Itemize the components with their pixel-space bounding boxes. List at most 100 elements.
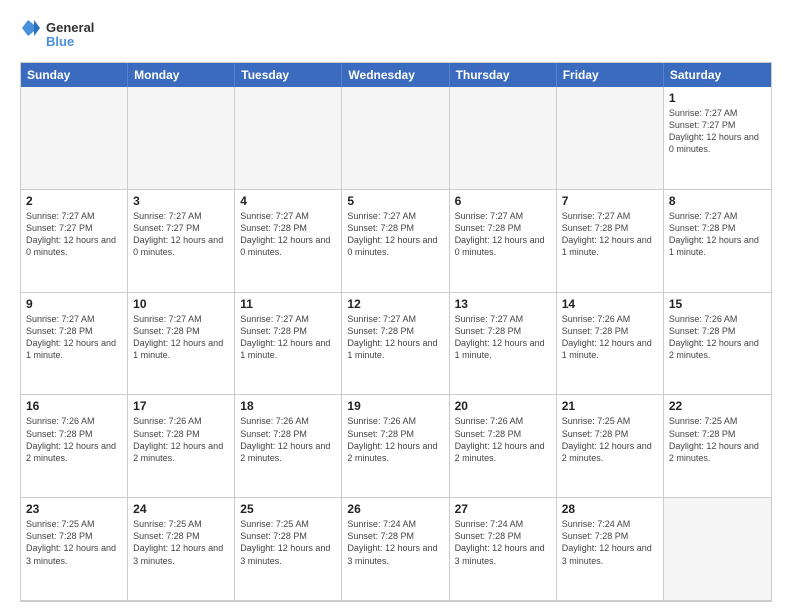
cell-sun-info: Sunrise: 7:26 AMSunset: 7:28 PMDaylight:… [240,415,336,464]
cell-sun-info: Sunrise: 7:27 AMSunset: 7:27 PMDaylight:… [133,210,229,259]
calendar-cell: 21 Sunrise: 7:25 AMSunset: 7:28 PMDayligh… [557,395,664,498]
day-of-week-saturday: Saturday [664,63,771,87]
day-number: 20 [455,399,551,413]
calendar-cell: 7 Sunrise: 7:27 AMSunset: 7:28 PMDaylight… [557,190,664,293]
cell-sun-info: Sunrise: 7:27 AMSunset: 7:28 PMDaylight:… [455,313,551,362]
day-of-week-thursday: Thursday [450,63,557,87]
calendar-header: SundayMondayTuesdayWednesdayThursdayFrid… [21,63,771,87]
day-number: 16 [26,399,122,413]
cell-sun-info: Sunrise: 7:27 AMSunset: 7:28 PMDaylight:… [562,210,658,259]
calendar-cell: 27Sunrise: 7:24 AMSunset: 7:28 PMDayligh… [450,498,557,601]
cell-sun-info: Sunrise: 7:27 AMSunset: 7:27 PMDaylight:… [669,107,766,156]
day-number: 9 [26,297,122,311]
calendar-cell: 5 Sunrise: 7:27 AMSunset: 7:28 PMDaylight… [342,190,449,293]
day-of-week-wednesday: Wednesday [342,63,449,87]
page: General Blue SundayMondayTuesdayWednesda… [0,0,792,612]
calendar-cell: 14 Sunrise: 7:26 AMSunset: 7:28 PMDayligh… [557,293,664,396]
calendar-cell: 26Sunrise: 7:24 AMSunset: 7:28 PMDayligh… [342,498,449,601]
calendar-cell: 16 Sunrise: 7:26 AMSunset: 7:28 PMDayligh… [21,395,128,498]
cell-sun-info: Sunrise: 7:27 AMSunset: 7:28 PMDaylight:… [347,210,443,259]
day-number: 19 [347,399,443,413]
cell-sun-info: Sunrise: 7:26 AMSunset: 7:28 PMDaylight:… [26,415,122,464]
cell-sun-info: Sunrise: 7:24 AMSunset: 7:28 PMDaylight:… [562,518,658,567]
day-number: 4 [240,194,336,208]
calendar-cell: 20 Sunrise: 7:26 AMSunset: 7:28 PMDayligh… [450,395,557,498]
day-number: 14 [562,297,658,311]
cell-sun-info: Sunrise: 7:27 AMSunset: 7:28 PMDaylight:… [240,210,336,259]
calendar-cell [342,87,449,190]
cell-sun-info: Sunrise: 7:26 AMSunset: 7:28 PMDaylight:… [562,313,658,362]
calendar-cell: 18 Sunrise: 7:26 AMSunset: 7:28 PMDayligh… [235,395,342,498]
day-number: 25 [240,502,336,516]
calendar-cell [21,87,128,190]
day-number: 17 [133,399,229,413]
day-number: 18 [240,399,336,413]
cell-sun-info: Sunrise: 7:25 AMSunset: 7:28 PMDaylight:… [669,415,766,464]
day-number: 23 [26,502,122,516]
cell-sun-info: Sunrise: 7:27 AMSunset: 7:28 PMDaylight:… [347,313,443,362]
cell-sun-info: Sunrise: 7:25 AMSunset: 7:28 PMDaylight:… [240,518,336,567]
calendar-cell: 13 Sunrise: 7:27 AMSunset: 7:28 PMDayligh… [450,293,557,396]
calendar-cell: 15 Sunrise: 7:26 AMSunset: 7:28 PMDayligh… [664,293,771,396]
calendar-cell: 1 Sunrise: 7:27 AMSunset: 7:27 PMDaylight… [664,87,771,190]
cell-sun-info: Sunrise: 7:26 AMSunset: 7:28 PMDaylight:… [669,313,766,362]
day-number: 15 [669,297,766,311]
calendar-cell: 22Sunrise: 7:25 AMSunset: 7:28 PMDayligh… [664,395,771,498]
calendar-cell [235,87,342,190]
cell-sun-info: Sunrise: 7:26 AMSunset: 7:28 PMDaylight:… [133,415,229,464]
cell-sun-info: Sunrise: 7:27 AMSunset: 7:28 PMDaylight:… [133,313,229,362]
header: General Blue [20,16,772,54]
day-number: 10 [133,297,229,311]
day-number: 8 [669,194,766,208]
calendar-cell: 8 Sunrise: 7:27 AMSunset: 7:28 PMDaylight… [664,190,771,293]
calendar-cell: 17 Sunrise: 7:26 AMSunset: 7:28 PMDayligh… [128,395,235,498]
calendar-cell [450,87,557,190]
calendar-cell: 12 Sunrise: 7:27 AMSunset: 7:28 PMDayligh… [342,293,449,396]
day-number: 3 [133,194,229,208]
svg-text:General: General [46,20,94,35]
day-of-week-friday: Friday [557,63,664,87]
cell-sun-info: Sunrise: 7:26 AMSunset: 7:28 PMDaylight:… [455,415,551,464]
day-of-week-monday: Monday [128,63,235,87]
calendar-cell: 2Sunrise: 7:27 AMSunset: 7:27 PMDaylight… [21,190,128,293]
day-number: 2 [26,194,122,208]
cell-sun-info: Sunrise: 7:27 AMSunset: 7:28 PMDaylight:… [240,313,336,362]
logo: General Blue [20,16,100,54]
cell-sun-info: Sunrise: 7:24 AMSunset: 7:28 PMDaylight:… [455,518,551,567]
calendar-cell: 19 Sunrise: 7:26 AMSunset: 7:28 PMDayligh… [342,395,449,498]
day-number: 7 [562,194,658,208]
calendar-cell: 10 Sunrise: 7:27 AMSunset: 7:28 PMDayligh… [128,293,235,396]
calendar-cell: 9 Sunrise: 7:27 AMSunset: 7:28 PMDaylight… [21,293,128,396]
calendar-cell: 3 Sunrise: 7:27 AMSunset: 7:27 PMDaylight… [128,190,235,293]
calendar-cell [664,498,771,601]
day-number: 21 [562,399,658,413]
calendar-cell: 4 Sunrise: 7:27 AMSunset: 7:28 PMDaylight… [235,190,342,293]
calendar-cell: 28 Sunrise: 7:24 AMSunset: 7:28 PMDayligh… [557,498,664,601]
cell-sun-info: Sunrise: 7:27 AMSunset: 7:28 PMDaylight:… [26,313,122,362]
day-number: 13 [455,297,551,311]
day-number: 11 [240,297,336,311]
day-number: 24 [133,502,229,516]
day-of-week-tuesday: Tuesday [235,63,342,87]
day-number: 12 [347,297,443,311]
cell-sun-info: Sunrise: 7:27 AMSunset: 7:28 PMDaylight:… [669,210,766,259]
cell-sun-info: Sunrise: 7:26 AMSunset: 7:28 PMDaylight:… [347,415,443,464]
calendar: SundayMondayTuesdayWednesdayThursdayFrid… [20,62,772,602]
day-number: 5 [347,194,443,208]
calendar-cell: 11 Sunrise: 7:27 AMSunset: 7:28 PMDayligh… [235,293,342,396]
calendar-cell: 24Sunrise: 7:25 AMSunset: 7:28 PMDayligh… [128,498,235,601]
day-of-week-sunday: Sunday [21,63,128,87]
day-number: 28 [562,502,658,516]
calendar-cell [128,87,235,190]
calendar-cell: 23Sunrise: 7:25 AMSunset: 7:28 PMDayligh… [21,498,128,601]
cell-sun-info: Sunrise: 7:25 AMSunset: 7:28 PMDaylight:… [562,415,658,464]
calendar-cell [557,87,664,190]
cell-sun-info: Sunrise: 7:27 AMSunset: 7:28 PMDaylight:… [455,210,551,259]
calendar-cell: 25 Sunrise: 7:25 AMSunset: 7:28 PMDayligh… [235,498,342,601]
day-number: 6 [455,194,551,208]
svg-text:Blue: Blue [46,34,74,49]
day-number: 26 [347,502,443,516]
day-number: 1 [669,91,766,105]
calendar-body: 1 Sunrise: 7:27 AMSunset: 7:27 PMDaylight… [21,87,771,601]
logo-svg: General Blue [20,16,100,54]
